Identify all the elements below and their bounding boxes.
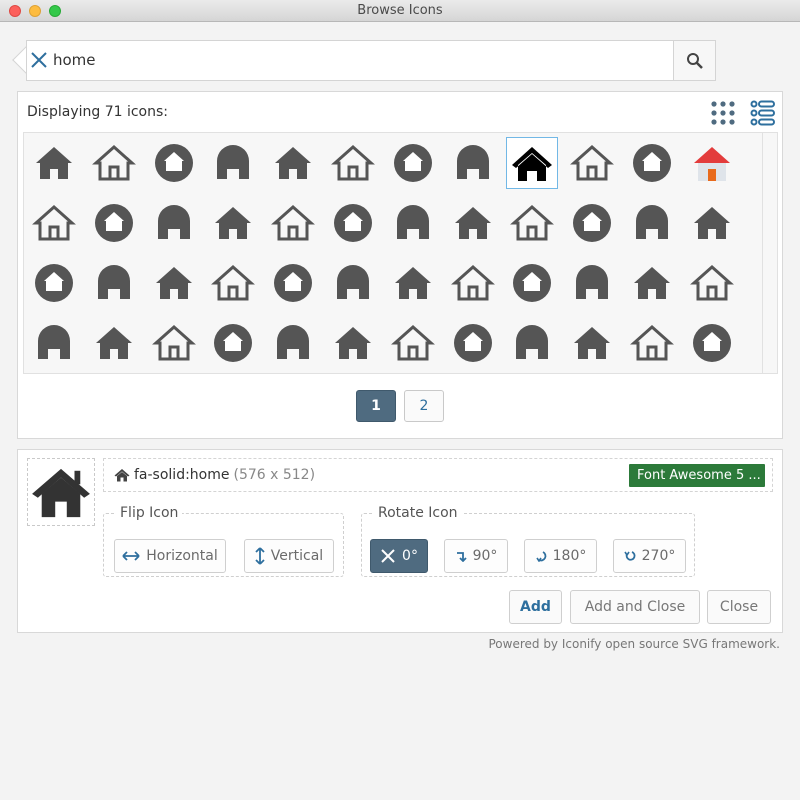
home-thin-icon[interactable] bbox=[148, 197, 200, 249]
home-selected-icon[interactable] bbox=[506, 137, 559, 189]
home-outline-3-icon[interactable] bbox=[566, 317, 618, 369]
flip-horizontal-label: Horizontal bbox=[146, 548, 218, 564]
home-small-icon bbox=[114, 469, 130, 482]
home-city-solid-icon[interactable] bbox=[327, 257, 379, 309]
rotate-270-icon bbox=[623, 551, 636, 561]
home-door-outline-icon[interactable] bbox=[626, 137, 678, 189]
search-bar bbox=[12, 40, 716, 81]
home-color-icon[interactable] bbox=[686, 137, 738, 189]
home-arch-outline-icon[interactable] bbox=[327, 197, 379, 249]
icon-dimensions: (576 x 512) bbox=[233, 467, 316, 483]
powered-by-text: Powered by Iconify open source SVG frame… bbox=[488, 637, 780, 651]
search-button[interactable] bbox=[673, 40, 716, 81]
home-city-outline-icon[interactable] bbox=[387, 257, 439, 309]
home-floor-icon[interactable] bbox=[686, 317, 738, 369]
add-and-close-button[interactable]: Add and Close bbox=[570, 590, 700, 624]
home-flat-icon[interactable] bbox=[686, 197, 738, 249]
home-simple-icon[interactable] bbox=[267, 197, 319, 249]
rotate-icon-legend: Rotate Icon bbox=[378, 505, 458, 521]
rotate-90-button[interactable]: 90° bbox=[444, 539, 508, 573]
icon-preview bbox=[27, 458, 95, 526]
close-button[interactable]: Close bbox=[707, 590, 771, 624]
home-variant-icon[interactable] bbox=[267, 317, 319, 369]
home-lock-icon[interactable] bbox=[566, 257, 618, 309]
search-input[interactable] bbox=[53, 48, 653, 72]
results-count: Displaying 71 icons: bbox=[27, 104, 169, 120]
collection-badge[interactable]: Font Awesome 5 ... bbox=[629, 464, 765, 487]
home-circle-icon[interactable] bbox=[327, 137, 379, 189]
close-icon bbox=[381, 549, 395, 563]
home-rounded-outline-icon[interactable] bbox=[566, 137, 618, 189]
flip-horizontal-button[interactable]: Horizontal bbox=[114, 539, 226, 573]
clear-search-icon[interactable] bbox=[30, 51, 48, 69]
home-chimney-2-icon[interactable] bbox=[207, 197, 259, 249]
icon-name: fa-solid:home bbox=[134, 467, 230, 483]
home-solid-icon[interactable] bbox=[28, 137, 80, 189]
page-2-button[interactable]: 2 bbox=[404, 390, 444, 422]
title-bar: Browse Icons bbox=[0, 0, 800, 22]
shield-home-icon[interactable] bbox=[387, 317, 439, 369]
arrows-horizontal-icon bbox=[122, 551, 140, 561]
home-modern-icon[interactable] bbox=[88, 317, 140, 369]
home-heart-icon[interactable] bbox=[506, 257, 558, 309]
window-title: Browse Icons bbox=[357, 3, 443, 18]
home-chimney-icon[interactable] bbox=[207, 137, 259, 189]
home-line-icon[interactable] bbox=[148, 137, 200, 189]
home-roof-icon[interactable] bbox=[88, 197, 140, 249]
list-view-icon[interactable] bbox=[750, 100, 776, 126]
arrows-vertical-icon bbox=[255, 547, 265, 565]
rotate-0-label: 0° bbox=[402, 548, 418, 564]
home-big-solid-icon[interactable] bbox=[267, 137, 319, 189]
rotate-270-label: 270° bbox=[641, 548, 676, 564]
icon-details-panel: fa-solid:home (576 x 512) Font Awesome 5… bbox=[17, 449, 783, 633]
page-1-button[interactable]: 1 bbox=[356, 390, 396, 422]
search-icon bbox=[686, 52, 703, 69]
browse-icons-window: Browse Icons Displaying 71 icons: 1 2 bbox=[0, 0, 800, 800]
home-circle-square-icon[interactable] bbox=[387, 137, 439, 189]
home-city-icon[interactable] bbox=[506, 197, 558, 249]
shield-home-outline-icon[interactable] bbox=[447, 317, 499, 369]
home-lock-open-icon[interactable] bbox=[626, 257, 678, 309]
rotate-180-icon bbox=[535, 551, 546, 562]
icon-grid bbox=[23, 132, 778, 374]
rotate-270-button[interactable]: 270° bbox=[613, 539, 686, 573]
home-minus-icon[interactable] bbox=[28, 317, 80, 369]
flip-vertical-button[interactable]: Vertical bbox=[244, 539, 334, 573]
results-panel: Displaying 71 icons: 1 2 bbox=[17, 91, 783, 439]
home-wifi-icon[interactable] bbox=[207, 257, 259, 309]
flip-icon-legend: Flip Icon bbox=[120, 505, 179, 521]
home-filled-icon[interactable] bbox=[626, 317, 678, 369]
home-plus-2-icon[interactable] bbox=[207, 317, 259, 369]
rotate-0-button[interactable]: 0° bbox=[370, 539, 428, 573]
home-farm-icon[interactable] bbox=[447, 197, 499, 249]
smart-speaker-icon[interactable] bbox=[626, 197, 678, 249]
flip-icon-group: Flip Icon Horizontal Vertical bbox=[103, 505, 344, 577]
grid-scroll-divider bbox=[762, 133, 763, 373]
flip-vertical-label: Vertical bbox=[270, 548, 324, 564]
rotate-180-label: 180° bbox=[552, 548, 587, 564]
rotate-90-label: 90° bbox=[472, 548, 498, 564]
home-plus-icon[interactable] bbox=[566, 197, 618, 249]
icon-info-bar: fa-solid:home (576 x 512) Font Awesome 5… bbox=[103, 458, 773, 492]
home-outline-icon[interactable] bbox=[88, 137, 140, 189]
home-variant-outline-icon[interactable] bbox=[327, 317, 379, 369]
home-alert-icon[interactable] bbox=[88, 257, 140, 309]
home-circle-2-icon[interactable] bbox=[267, 257, 319, 309]
home-currency-icon[interactable] bbox=[447, 257, 499, 309]
home-preview-icon bbox=[32, 468, 90, 518]
home-small-solid-icon[interactable] bbox=[447, 137, 499, 189]
add-button[interactable]: Add bbox=[509, 590, 562, 624]
home-thin-2-icon[interactable] bbox=[506, 317, 558, 369]
home-dome-icon[interactable] bbox=[387, 197, 439, 249]
rotate-icon-group: Rotate Icon 0° 90° 180° 270° bbox=[361, 505, 695, 577]
rotate-180-button[interactable]: 180° bbox=[524, 539, 597, 573]
home-automation-icon[interactable] bbox=[148, 257, 200, 309]
grid-view-icon[interactable] bbox=[710, 100, 736, 126]
home-outline-2-icon[interactable] bbox=[148, 317, 200, 369]
home-arch-icon[interactable] bbox=[28, 197, 80, 249]
home-map-marker-icon[interactable] bbox=[686, 257, 738, 309]
rotate-90-icon bbox=[456, 552, 467, 562]
home-account-icon[interactable] bbox=[28, 257, 80, 309]
